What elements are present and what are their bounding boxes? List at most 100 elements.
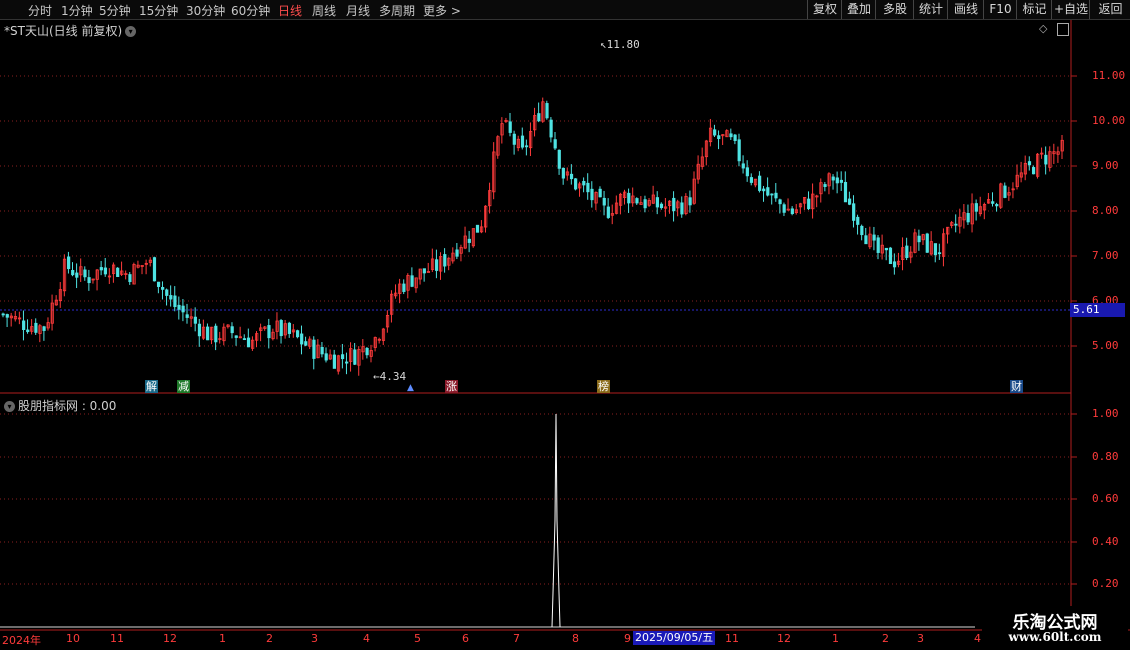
indicator-spike [551, 413, 561, 628]
candle-body [758, 175, 762, 191]
indicator-tick-label: 0.40 [1092, 535, 1119, 548]
candle-body [87, 277, 91, 284]
candle-body [872, 234, 876, 241]
candle-body [937, 252, 942, 255]
time-tick-label: 3 [917, 632, 924, 645]
candle-body [688, 197, 692, 206]
candle-body [553, 139, 557, 149]
candle-body [169, 295, 173, 300]
candle-body [884, 247, 888, 251]
candle-body [524, 145, 529, 148]
candle-body [230, 326, 234, 334]
candle-body [152, 257, 157, 282]
high-price-label: ↖11.80 [600, 38, 640, 51]
candle-body [345, 361, 349, 364]
candle-body [520, 135, 525, 148]
candle-body [402, 283, 406, 292]
candle-body [279, 320, 283, 337]
candle-body [324, 353, 328, 361]
current-price-badge: 5.61 [1070, 303, 1125, 317]
event-marker-unlock[interactable]: 解 [145, 380, 158, 393]
candle-body [737, 139, 741, 162]
candle-body [974, 203, 978, 212]
candle-body [659, 203, 664, 209]
candle-body [627, 192, 631, 204]
candle-body [365, 347, 369, 356]
candle-body [173, 295, 177, 308]
candle-body [304, 341, 308, 346]
candle-body [778, 199, 782, 205]
time-tick-label: 12 [777, 632, 791, 645]
candle-body [475, 224, 480, 233]
time-tick-label: 8 [572, 632, 579, 645]
candle-body [856, 216, 860, 225]
candle-body [165, 289, 169, 296]
candle-body [99, 267, 103, 271]
event-marker-reduce[interactable]: 减 [177, 380, 190, 393]
time-tick-label: 5 [414, 632, 421, 645]
candle-body [161, 286, 165, 290]
time-tick-label: 3 [311, 632, 318, 645]
candle-body [83, 269, 87, 278]
candle-body [876, 237, 880, 253]
candle-body [864, 235, 868, 245]
candle-body [782, 204, 786, 213]
price-tick-label: 9.00 [1092, 159, 1119, 172]
event-marker-ranking[interactable]: 榜 [597, 380, 610, 393]
price-tick-label: 11.00 [1092, 69, 1126, 82]
candle-body [467, 238, 471, 243]
candle-body [741, 163, 745, 169]
candle-body [774, 192, 778, 199]
candle-body [733, 134, 737, 141]
candle-body [410, 275, 414, 287]
candle-body [561, 167, 565, 179]
candle-body [831, 176, 835, 181]
candle-body [995, 204, 999, 207]
candle-body [807, 198, 811, 210]
watermark-url: www.60lt.com [1008, 630, 1102, 644]
candle-body [655, 197, 660, 208]
candle-body [435, 259, 439, 271]
time-tick-label: 7 [513, 632, 520, 645]
candle-body [185, 314, 189, 318]
candle-body [156, 281, 161, 287]
time-tick-label: 1 [219, 632, 226, 645]
candle-body [762, 188, 766, 192]
candle-body [312, 339, 316, 359]
time-tick-label: 2024年 [2, 634, 41, 647]
candle-body [586, 182, 590, 193]
candle-body [206, 326, 210, 341]
indicator-tick-label: 0.20 [1092, 577, 1119, 590]
candle-body [835, 177, 839, 184]
candle-body [340, 354, 345, 360]
candle-body [267, 325, 271, 339]
candle-body [177, 304, 181, 310]
triangle-up-icon: ▲ [407, 383, 414, 393]
candle-body [71, 269, 75, 276]
candle-body [512, 133, 516, 145]
candle-body [75, 272, 79, 278]
candle-body [320, 346, 324, 355]
candle-body [713, 129, 717, 136]
indicator-title[interactable]: ▾ 股朋指标网 : 0.00 [4, 397, 116, 414]
candle-body [966, 213, 970, 223]
time-tick-label: 6 [462, 632, 469, 645]
price-tick-label: 8.00 [1092, 204, 1119, 217]
candle-body [905, 245, 909, 259]
chevron-down-icon[interactable]: ▾ [4, 401, 15, 412]
candle-body [22, 320, 26, 330]
candle-body [193, 316, 197, 324]
candle-body [246, 337, 251, 348]
candle-body [582, 180, 586, 186]
candle-body [214, 325, 218, 343]
price-chart[interactable] [0, 0, 1130, 650]
time-tick-label: 1 [832, 632, 839, 645]
event-marker-limit-up[interactable]: 涨 [445, 380, 458, 393]
candle-body [917, 235, 921, 243]
candle-body [234, 335, 238, 338]
candle-body [332, 354, 336, 369]
candle-body [67, 256, 71, 270]
price-tick-label: 7.00 [1092, 249, 1119, 262]
event-marker-finance[interactable]: 财 [1010, 380, 1023, 393]
candle-body [1, 313, 5, 316]
